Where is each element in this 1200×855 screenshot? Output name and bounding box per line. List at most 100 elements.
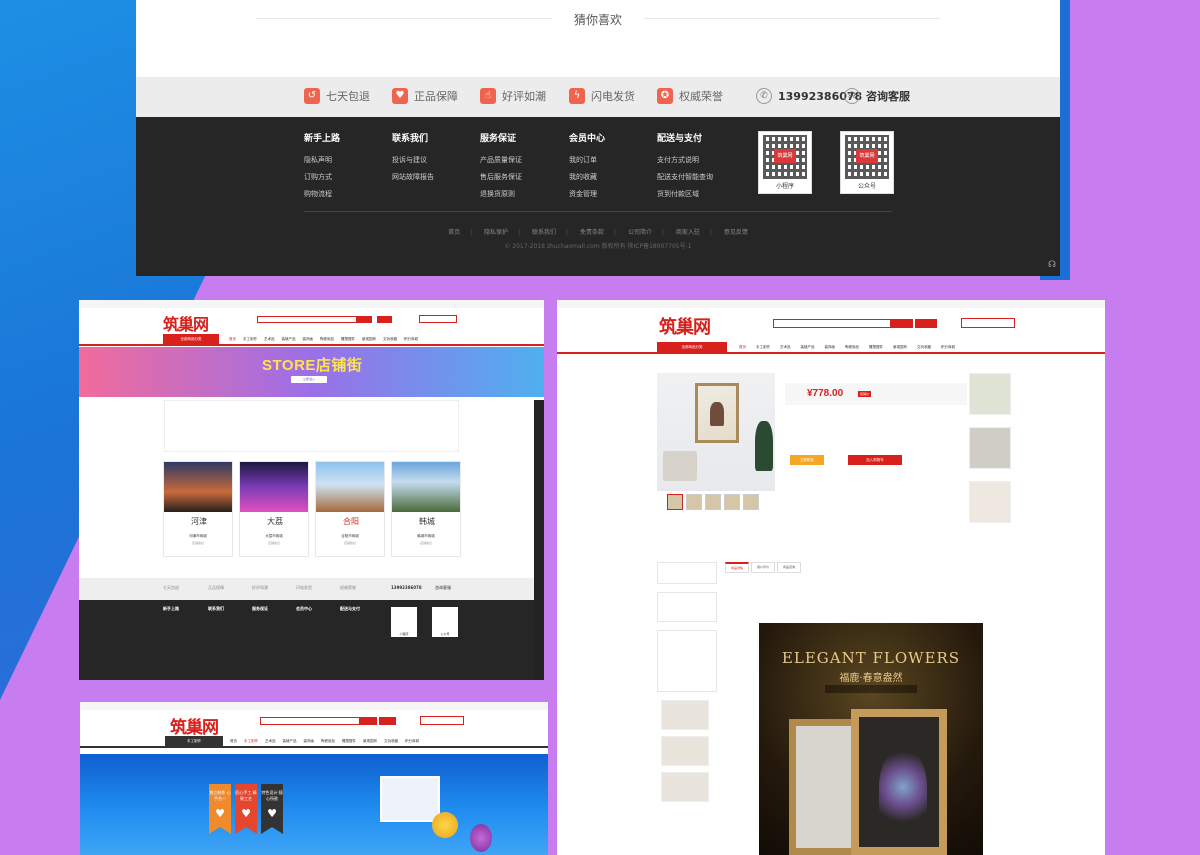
store-search-button[interactable]: [379, 717, 396, 725]
footer-link[interactable]: 退换货原则: [480, 189, 522, 199]
footer-link[interactable]: 我的收藏: [569, 172, 605, 182]
side-toolbar[interactable]: [534, 400, 544, 680]
phone-number[interactable]: 13992386078: [391, 585, 422, 590]
footer-link[interactable]: 货到付款区域: [657, 189, 713, 199]
recommend-item[interactable]: [969, 481, 1011, 523]
footer-bottom-link[interactable]: 商家入驻: [676, 229, 700, 236]
cart-button[interactable]: [961, 318, 1015, 328]
nav-item[interactable]: 积分商城: [941, 345, 955, 350]
search-input[interactable]: [260, 717, 360, 725]
sidebar-product[interactable]: [661, 736, 709, 766]
service-item[interactable]: ✪ 权威荣誉: [657, 88, 723, 104]
service-item[interactable]: 正品保障: [208, 585, 224, 591]
nav-item[interactable]: 文玩收藏: [384, 739, 398, 744]
nav-item[interactable]: 手工制作: [244, 739, 258, 744]
service-item[interactable]: ϟ 闪电发货: [569, 88, 635, 104]
footer-link[interactable]: 购物流程: [304, 189, 340, 199]
nav-item[interactable]: 雕塑摆件: [342, 739, 356, 744]
site-logo[interactable]: 筑巢网: [170, 713, 219, 738]
thumbnail[interactable]: [724, 494, 740, 510]
buy-now-button[interactable]: 立即购买: [790, 455, 824, 465]
thumbnail[interactable]: [686, 494, 702, 510]
footer-link[interactable]: 我的订单: [569, 155, 605, 165]
store-card[interactable]: 河津 河津市商城 店铺信息: [163, 461, 233, 557]
store-card[interactable]: 韩城 韩城市商城 店铺信息: [391, 461, 461, 557]
category-button[interactable]: 全部商品分类: [163, 334, 219, 344]
footer-bottom-link[interactable]: 联系我们: [532, 229, 556, 236]
nav-item[interactable]: 首页: [229, 337, 236, 342]
thumbnail[interactable]: [743, 494, 759, 510]
search-input[interactable]: [773, 319, 891, 328]
nav-item[interactable]: 首页: [230, 739, 237, 744]
store-search-button[interactable]: [915, 319, 937, 328]
nav-item[interactable]: 陶瓷用品: [321, 739, 335, 744]
service-item[interactable]: 好评如潮: [252, 585, 268, 591]
nav-item[interactable]: 陶瓷用品: [320, 337, 334, 342]
footer-link[interactable]: 售后服务保证: [480, 172, 522, 182]
support-link[interactable]: 咨询客服: [435, 585, 451, 591]
nav-item[interactable]: 首页: [739, 345, 746, 350]
nav-item[interactable]: 装饰画: [304, 739, 315, 744]
service-item[interactable]: 七天包退: [163, 585, 179, 591]
nav-item[interactable]: 积分商城: [405, 739, 419, 744]
footer-bottom-link[interactable]: 意见反馈: [724, 229, 748, 236]
nav-item[interactable]: 装饰画: [825, 345, 836, 350]
site-logo[interactable]: 筑巢网: [659, 313, 711, 339]
footer-link[interactable]: 隐私声明: [304, 155, 340, 165]
service-item[interactable]: 闪电发货: [296, 585, 312, 591]
site-logo[interactable]: 筑巢网: [163, 311, 209, 335]
service-item[interactable]: 权威荣誉: [340, 585, 356, 591]
nav-item[interactable]: 雕塑摆件: [869, 345, 883, 350]
recommend-item[interactable]: [969, 427, 1011, 469]
nav-item[interactable]: 文玩收藏: [917, 345, 931, 350]
footer-bottom-link[interactable]: 隐私保护: [484, 229, 508, 236]
nav-item[interactable]: 装裱产品: [283, 739, 297, 744]
nav-item[interactable]: 装饰画: [303, 337, 314, 342]
tab-consult[interactable]: 商品咨询: [777, 562, 802, 573]
add-to-cart-button[interactable]: 加入购物车: [848, 455, 902, 465]
nav-item[interactable]: 陶瓷用品: [845, 345, 859, 350]
tab-reviews[interactable]: 用户评价: [751, 562, 776, 573]
cart-button[interactable]: [420, 716, 464, 725]
search-input[interactable]: [257, 316, 357, 323]
footer-bottom-link[interactable]: 首页: [448, 229, 460, 236]
footer-link[interactable]: 支付方式说明: [657, 155, 713, 165]
search-button[interactable]: [891, 319, 913, 328]
tab-details[interactable]: 商品详情: [725, 562, 750, 573]
thumbnail[interactable]: [705, 494, 721, 510]
search-button[interactable]: [360, 717, 377, 725]
nav-item[interactable]: 手工制作: [243, 337, 257, 342]
footer-bottom-link[interactable]: 免责条款: [580, 229, 604, 236]
category-button[interactable]: 手工制作: [165, 736, 223, 746]
nav-item[interactable]: 雕塑摆件: [341, 337, 355, 342]
thumbnail[interactable]: [667, 494, 683, 510]
store-card[interactable]: 大荔 大荔市商城 店铺信息: [239, 461, 309, 557]
store-card[interactable]: 合阳 合阳市商城 店铺信息: [315, 461, 385, 557]
footer-link[interactable]: 产品质量保证: [480, 155, 522, 165]
category-button[interactable]: 全部商品分类: [657, 342, 727, 352]
recommend-item[interactable]: [969, 373, 1011, 415]
cart-button[interactable]: [419, 315, 457, 323]
sidebar-product[interactable]: [661, 700, 709, 730]
product-main-image[interactable]: [657, 373, 775, 491]
store-search-button[interactable]: [377, 316, 392, 323]
footer-link[interactable]: 网站故障报告: [392, 172, 434, 182]
service-item[interactable]: ☝ 好评如潮: [480, 88, 546, 104]
headset-icon[interactable]: ☊: [1048, 260, 1056, 270]
footer-link[interactable]: 投诉与建议: [392, 155, 434, 165]
nav-item[interactable]: 艺术品: [265, 739, 276, 744]
nav-item[interactable]: 装裱产品: [801, 345, 815, 350]
footer-link[interactable]: 订购方式: [304, 172, 340, 182]
footer-link[interactable]: 资金管理: [569, 189, 605, 199]
service-item[interactable]: ♥ 正品保障: [392, 88, 458, 104]
nav-item[interactable]: 文玩收藏: [383, 337, 397, 342]
nav-item[interactable]: 积分商城: [404, 337, 418, 342]
nav-item[interactable]: 景观园林: [363, 739, 377, 744]
nav-item[interactable]: 手工制作: [756, 345, 770, 350]
search-button[interactable]: [357, 316, 372, 323]
nav-item[interactable]: 艺术品: [264, 337, 275, 342]
footer-bottom-link[interactable]: 公司简介: [628, 229, 652, 236]
service-item[interactable]: ↺ 七天包退: [304, 88, 370, 104]
enter-button[interactable]: 立即进入: [291, 376, 327, 383]
nav-item[interactable]: 景观园林: [362, 337, 376, 342]
